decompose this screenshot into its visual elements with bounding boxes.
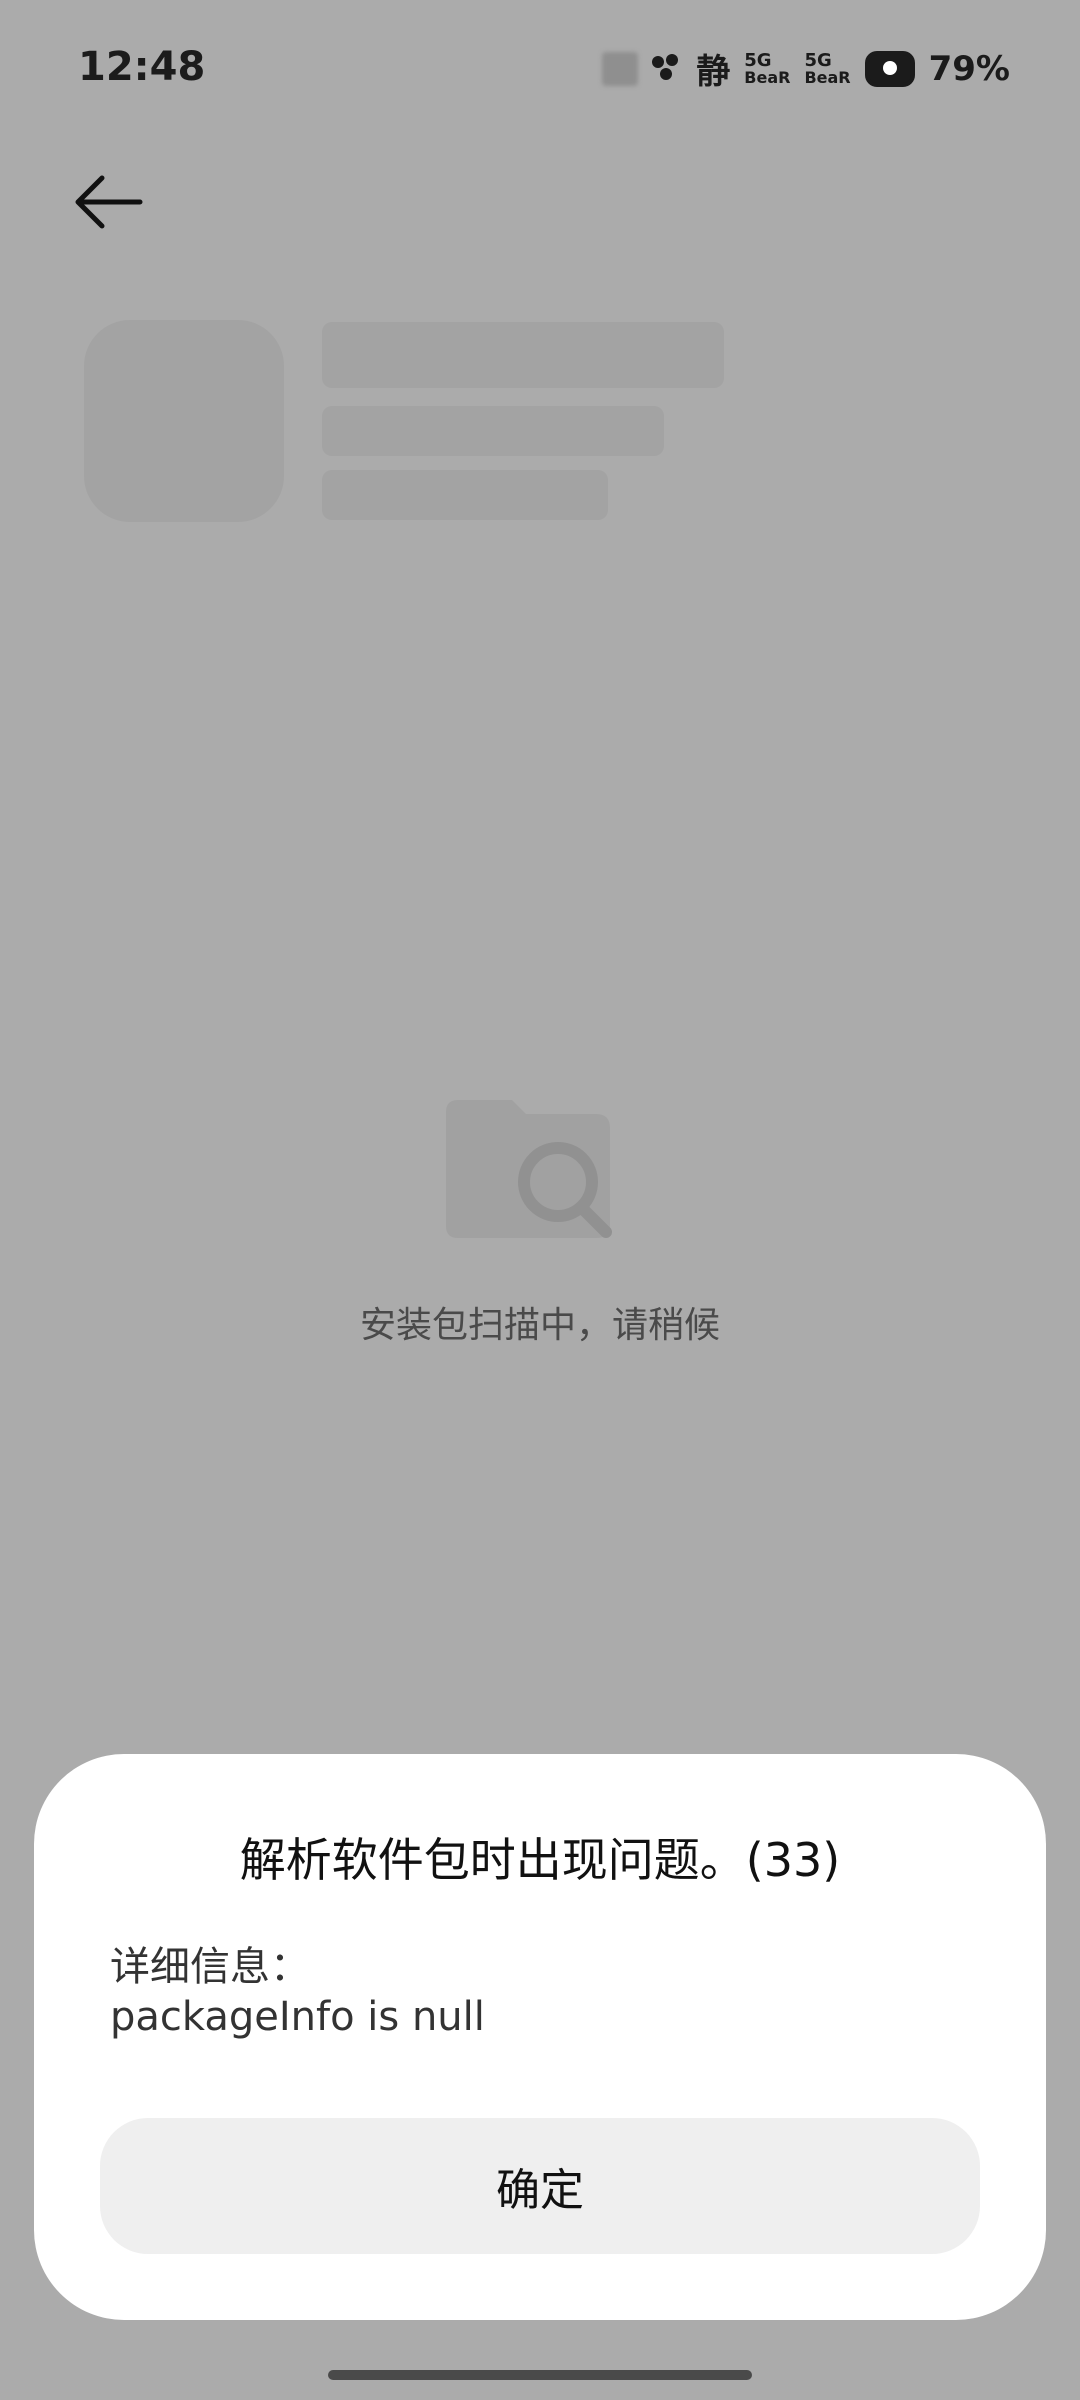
- detail-label: 详细信息：: [110, 1944, 310, 1990]
- folder-search-icon: [446, 1100, 612, 1238]
- battery-percent: 79%: [928, 48, 1010, 89]
- app-icon-placeholder: [84, 320, 284, 522]
- notification-icon: [602, 51, 639, 86]
- signal-2-gen: 5G: [804, 49, 832, 71]
- signal-1-brand: BeaR: [744, 67, 791, 87]
- signal-1-gen: 5G: [744, 49, 772, 71]
- status-icons: 静 5G BeaR 5G BeaR 79%: [602, 44, 1010, 93]
- home-indicator[interactable]: [328, 2370, 752, 2380]
- app-info-placeholder: [322, 406, 664, 456]
- status-time: 12:48: [78, 44, 206, 90]
- app-name-placeholder: [322, 322, 724, 388]
- status-bar: 12:48 静 5G BeaR 5G BeaR 79%: [0, 0, 1080, 140]
- scanning-status-text: 安装包扫描中，请稍候: [359, 1305, 720, 1346]
- battery-icon: [864, 50, 915, 87]
- back-button[interactable]: [72, 172, 144, 232]
- signal-2: 5G BeaR: [804, 49, 851, 87]
- signal-2-brand: BeaR: [804, 67, 851, 87]
- bluetooth-icon: [652, 53, 682, 84]
- signal-1: 5G BeaR: [744, 49, 791, 87]
- confirm-button[interactable]: 确定: [100, 2118, 980, 2254]
- dialog-title: 解析软件包时出现问题。(33): [239, 1833, 841, 1887]
- detail-value: packageInfo is null: [110, 1994, 485, 2040]
- app-version-placeholder: [322, 470, 608, 520]
- arrow-left-icon: [75, 175, 143, 229]
- silent-mode-indicator: 静: [696, 52, 731, 92]
- error-dialog: 解析软件包时出现问题。(33) 详细信息： packageInfo is nul…: [34, 1754, 1046, 2320]
